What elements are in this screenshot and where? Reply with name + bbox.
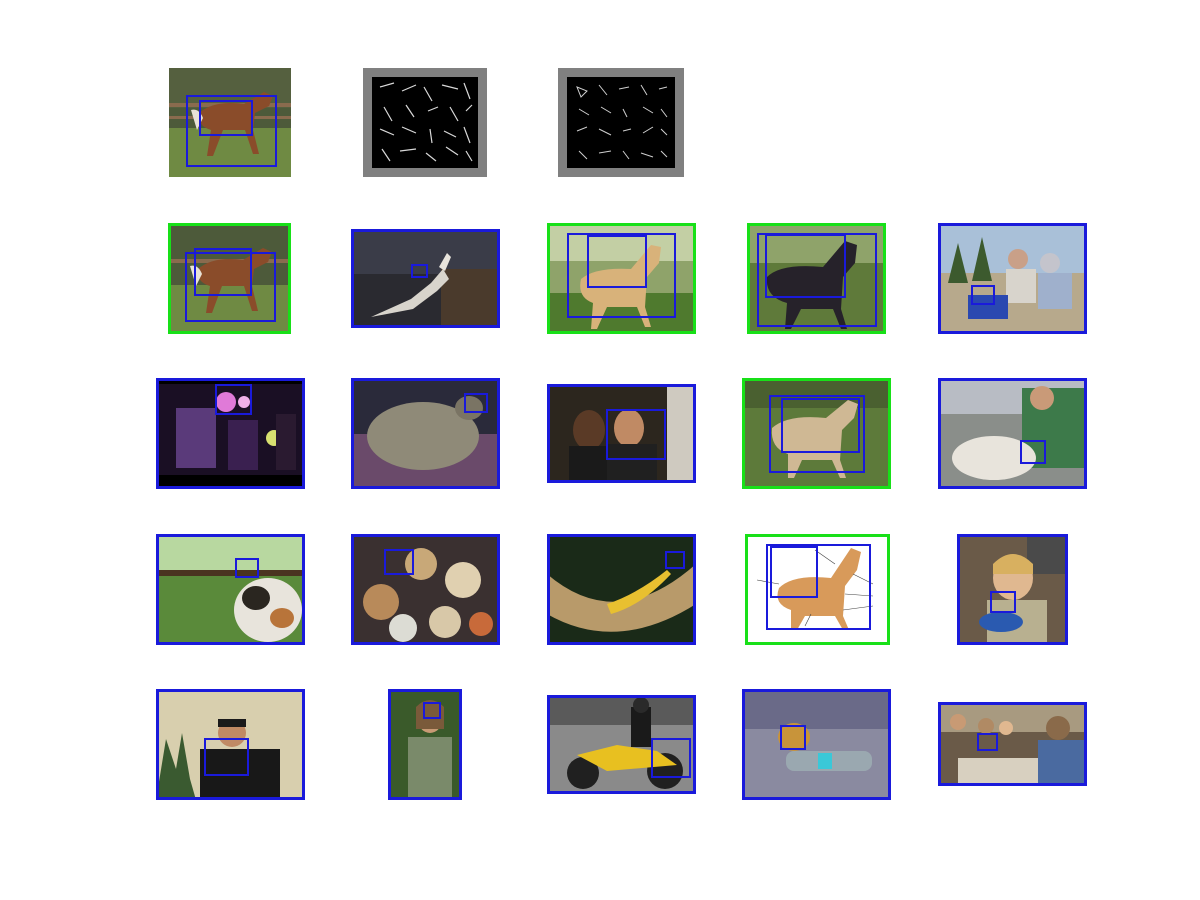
part-box	[990, 591, 1016, 613]
dinner-group-photo	[938, 702, 1087, 786]
result-11	[156, 534, 305, 645]
part-box	[977, 733, 998, 751]
object-box	[769, 395, 865, 473]
part-box	[780, 725, 806, 750]
part-box	[770, 546, 818, 598]
result-7	[351, 378, 500, 489]
seagull-flight-photo	[351, 229, 500, 328]
query-object-box	[186, 95, 277, 167]
object-box	[757, 233, 877, 327]
part-box	[215, 384, 252, 415]
girl-eating-photo	[957, 534, 1068, 645]
part-box	[235, 558, 259, 578]
part-box	[384, 549, 414, 575]
hog-template-1-strokes	[379, 82, 473, 162]
part-box	[971, 285, 995, 305]
part-box	[464, 393, 488, 413]
dog-in-car-photo	[938, 378, 1087, 489]
result-14	[745, 534, 890, 645]
object-box	[185, 252, 276, 322]
part-box	[665, 551, 685, 569]
result-18	[547, 695, 696, 794]
result-15	[957, 534, 1068, 645]
result-19	[742, 689, 891, 800]
hog-template-2-strokes	[576, 84, 668, 160]
part-box	[423, 702, 441, 719]
result-5	[938, 223, 1087, 334]
part-box	[651, 738, 691, 778]
part-box	[204, 738, 249, 776]
result-8	[547, 384, 696, 483]
part-box	[1020, 440, 1046, 464]
query-image	[169, 68, 291, 177]
result-12	[351, 534, 500, 645]
cat-bottle-photo	[742, 689, 891, 800]
hog-template-1	[363, 68, 487, 177]
result-3	[547, 223, 696, 334]
part-box	[411, 264, 428, 278]
result-16	[156, 689, 305, 800]
result-9	[742, 378, 891, 489]
motorbike-riders-photo	[938, 223, 1087, 334]
food-table-photo	[351, 534, 500, 645]
result-6	[156, 378, 305, 489]
result-17	[388, 689, 462, 800]
result-1	[168, 223, 291, 334]
part-box	[606, 409, 666, 460]
result-13	[547, 534, 696, 645]
object-box	[567, 233, 676, 318]
result-4	[747, 223, 886, 334]
result-2	[351, 229, 500, 328]
calico-cat-photo	[156, 534, 305, 645]
hog-template-2	[558, 68, 684, 177]
result-10	[938, 378, 1087, 489]
result-20	[938, 702, 1087, 786]
